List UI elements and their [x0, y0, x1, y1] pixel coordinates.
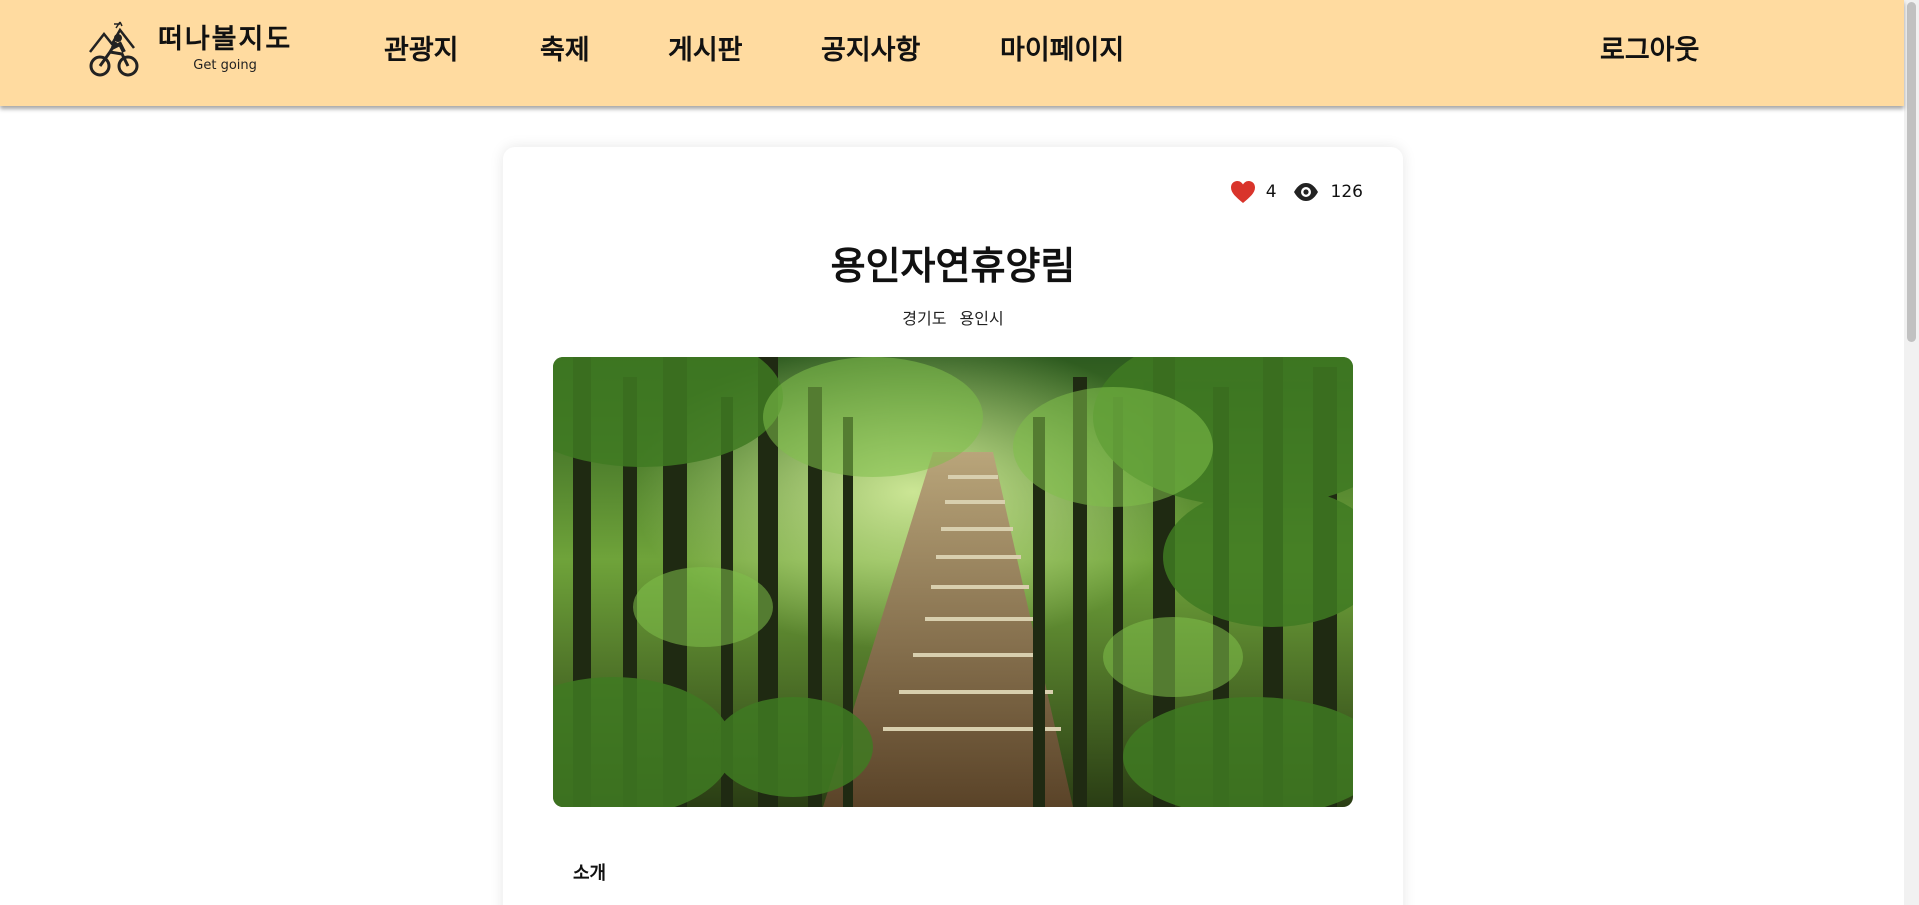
region-city: 용인시 — [959, 309, 1004, 328]
region-province: 경기도 — [902, 309, 947, 328]
section-intro-label: 소개 — [573, 863, 607, 884]
nav-item-board[interactable]: 게시판 — [668, 28, 743, 74]
detail-stats: 4 126 — [1230, 177, 1363, 207]
view-count: 126 — [1330, 182, 1363, 202]
scrollbar-thumb[interactable] — [1907, 2, 1916, 342]
like-count: 4 — [1265, 182, 1277, 202]
nav-item-festivals[interactable]: 축제 — [540, 28, 590, 74]
nav-item-attractions[interactable]: 관광지 — [384, 28, 459, 74]
eye-icon — [1293, 183, 1318, 201]
top-header: 떠나볼지도 Get going 관광지 축제 게시판 공지사항 마이페이지 로그… — [0, 0, 1904, 106]
attraction-photo — [553, 357, 1353, 807]
page-scrollbar[interactable] — [1904, 0, 1919, 905]
attraction-detail-card: 4 126 용인자연휴양림 경기도 용인시 소개 — [503, 147, 1403, 905]
attraction-region: 경기도 용인시 — [503, 305, 1403, 329]
main-nav: 관광지 축제 게시판 공지사항 마이페이지 로그아웃 — [0, 28, 1904, 74]
forest-path-photo-icon — [553, 357, 1353, 807]
nav-item-mypage[interactable]: 마이페이지 — [1000, 28, 1124, 74]
nav-item-notices[interactable]: 공지사항 — [821, 28, 920, 74]
attraction-title: 용인자연휴양림 — [830, 244, 1076, 288]
heart-icon[interactable] — [1230, 180, 1256, 204]
logout-button[interactable]: 로그아웃 — [1600, 28, 1699, 74]
